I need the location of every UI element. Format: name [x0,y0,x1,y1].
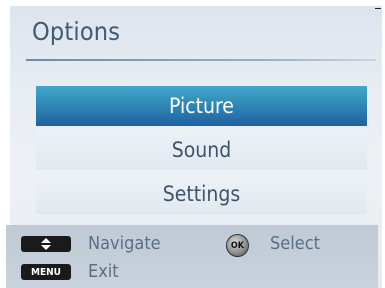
exit-label: Exit [88,261,119,282]
ok-button-icon: OK [226,234,249,257]
menu-key-icon: MENU [21,264,71,280]
menu-item-label: Picture [169,94,234,118]
menu-item-sound[interactable]: Sound [36,130,367,170]
corner-mark [375,8,381,9]
menu-item-label: Settings [162,182,241,206]
up-down-arrows-icon [21,236,71,252]
menu-item-picture[interactable]: Picture [36,86,367,126]
menu-item-label: Sound [171,138,232,162]
title-divider [26,59,376,61]
select-label: Select [270,233,320,254]
key-legend-bar: Navigate OK Select MENU Exit [6,225,378,288]
options-list: Picture Sound Settings [36,86,367,218]
menu-item-settings[interactable]: Settings [36,174,367,214]
panel-title: Options [32,17,121,46]
navigate-label: Navigate [88,233,161,254]
